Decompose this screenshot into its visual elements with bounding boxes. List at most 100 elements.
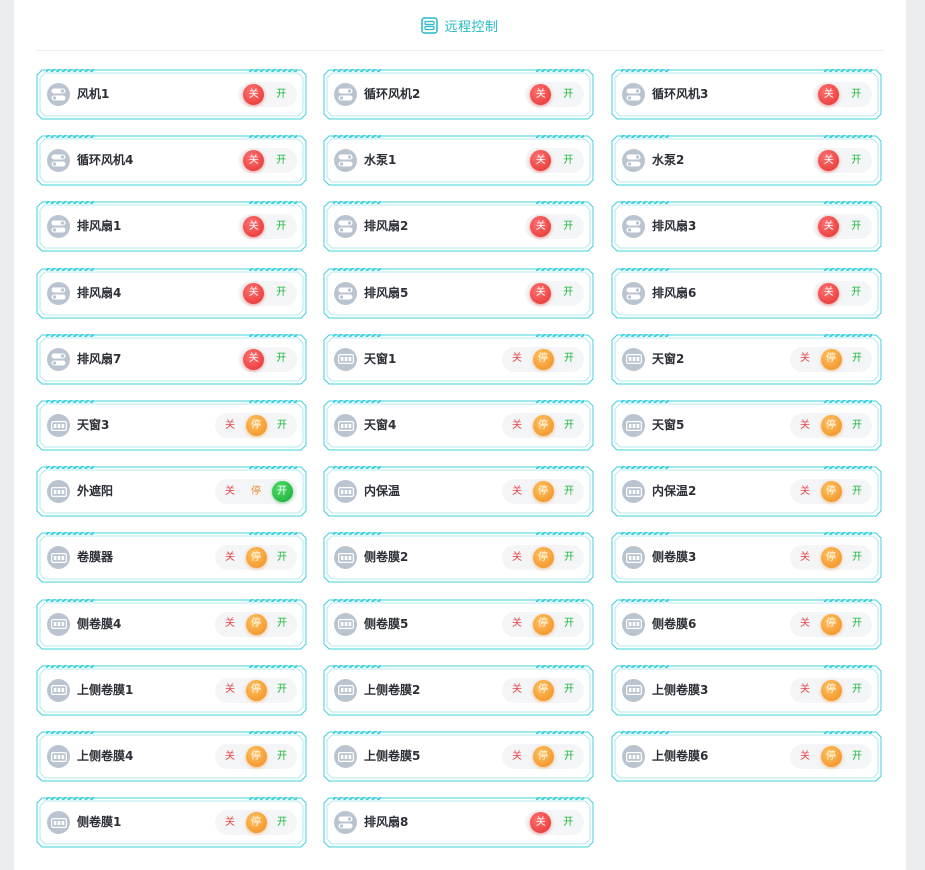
stop-button[interactable]: 停 (245, 415, 267, 436)
off-button[interactable]: 关 (795, 415, 816, 436)
off-button[interactable]: 关 (243, 282, 265, 304)
off-button[interactable]: 关 (818, 150, 840, 172)
on-button[interactable]: 开 (559, 415, 580, 436)
stop-button[interactable]: 停 (246, 481, 267, 502)
on-button[interactable]: 开 (559, 746, 580, 767)
off-button[interactable]: 关 (220, 812, 241, 833)
on-button[interactable]: 开 (846, 150, 867, 171)
off-button[interactable]: 关 (220, 481, 241, 502)
window-motor-icon (47, 612, 70, 636)
off-button[interactable]: 关 (507, 547, 528, 568)
on-button[interactable]: 开 (271, 84, 292, 105)
device-card: 循环风机2 关开 (323, 69, 594, 120)
stop-button[interactable]: 停 (820, 746, 842, 767)
stop-button[interactable]: 停 (245, 613, 267, 635)
on-button[interactable]: 开 (846, 84, 867, 105)
off-button[interactable]: 关 (243, 348, 265, 370)
off-button[interactable]: 关 (220, 746, 241, 767)
on-button[interactable]: 开 (272, 680, 293, 701)
on-button[interactable]: 开 (559, 481, 580, 502)
on-button[interactable]: 开 (847, 547, 868, 568)
on-button[interactable]: 开 (271, 150, 292, 171)
stop-button[interactable]: 停 (532, 547, 554, 569)
off-button[interactable]: 关 (530, 282, 552, 304)
stop-button[interactable]: 停 (820, 481, 842, 503)
off-button[interactable]: 关 (507, 614, 528, 635)
stop-button[interactable]: 停 (820, 348, 842, 370)
on-button[interactable]: 开 (847, 415, 868, 436)
off-button[interactable]: 关 (243, 216, 265, 238)
off-button[interactable]: 关 (818, 282, 840, 304)
on-button[interactable]: 开 (272, 614, 293, 635)
stop-button[interactable]: 停 (820, 415, 842, 436)
off-button[interactable]: 关 (795, 547, 816, 568)
control-switch: 关停开 (502, 744, 584, 769)
fan-switch-icon (47, 281, 70, 305)
on-button[interactable]: 开 (558, 283, 579, 304)
on-button[interactable]: 开 (558, 150, 579, 171)
off-button[interactable]: 关 (507, 746, 528, 767)
device-name: 上侧卷膜4 (77, 749, 134, 763)
on-button[interactable]: 开 (271, 283, 292, 304)
on-button[interactable]: 开 (559, 349, 580, 370)
off-button[interactable]: 关 (220, 680, 241, 701)
stop-button[interactable]: 停 (245, 746, 267, 767)
on-button[interactable]: 开 (271, 349, 292, 370)
off-button[interactable]: 关 (243, 84, 265, 105)
stop-button[interactable]: 停 (532, 613, 554, 635)
on-button[interactable]: 开 (558, 84, 579, 105)
off-button[interactable]: 关 (818, 216, 840, 238)
on-button[interactable]: 开 (559, 547, 580, 568)
on-button[interactable]: 开 (846, 283, 867, 304)
off-button[interactable]: 关 (795, 481, 816, 502)
stop-button[interactable]: 停 (820, 613, 842, 635)
on-button[interactable]: 开 (847, 481, 868, 502)
device-card: 侧卷膜4 关停开 (36, 598, 307, 650)
off-button[interactable]: 关 (507, 415, 528, 436)
stop-button[interactable]: 停 (532, 679, 554, 701)
stop-button[interactable]: 停 (532, 481, 554, 503)
on-button[interactable]: 开 (847, 614, 868, 635)
on-button[interactable]: 开 (559, 680, 580, 701)
on-button[interactable]: 开 (847, 349, 868, 370)
off-button[interactable]: 关 (530, 216, 552, 238)
on-button[interactable]: 开 (271, 481, 293, 503)
off-button[interactable]: 关 (507, 680, 528, 701)
on-button[interactable]: 开 (272, 746, 293, 767)
fan-switch-icon (47, 83, 70, 106)
stop-button[interactable]: 停 (532, 348, 554, 370)
off-button[interactable]: 关 (795, 349, 816, 370)
off-button[interactable]: 关 (818, 84, 840, 105)
off-button[interactable]: 关 (220, 547, 241, 568)
off-button[interactable]: 关 (507, 481, 528, 502)
stop-button[interactable]: 停 (532, 415, 554, 436)
on-button[interactable]: 开 (558, 216, 579, 237)
stop-button[interactable]: 停 (245, 547, 267, 569)
off-button[interactable]: 关 (507, 349, 528, 370)
off-button[interactable]: 关 (795, 680, 816, 701)
off-button[interactable]: 关 (243, 150, 265, 172)
on-button[interactable]: 开 (846, 216, 867, 237)
on-button[interactable]: 开 (271, 216, 292, 237)
stop-button[interactable]: 停 (820, 679, 842, 701)
stop-button[interactable]: 停 (245, 679, 267, 701)
off-button[interactable]: 关 (795, 746, 816, 767)
stop-button[interactable]: 停 (245, 812, 267, 834)
on-button[interactable]: 开 (559, 614, 580, 635)
off-button[interactable]: 关 (530, 84, 552, 105)
off-button[interactable]: 关 (220, 415, 241, 436)
off-button[interactable]: 关 (530, 150, 552, 172)
device-name: 内保温 (364, 484, 401, 499)
on-button[interactable]: 开 (272, 415, 293, 436)
on-button[interactable]: 开 (558, 812, 579, 833)
off-button[interactable]: 关 (530, 812, 552, 834)
stop-button[interactable]: 停 (532, 746, 554, 767)
on-button[interactable]: 开 (272, 812, 293, 833)
stop-button[interactable]: 停 (820, 547, 842, 569)
off-button[interactable]: 关 (220, 614, 241, 635)
on-button[interactable]: 开 (847, 746, 868, 767)
on-button[interactable]: 开 (847, 680, 868, 701)
off-button[interactable]: 关 (795, 614, 816, 635)
on-button[interactable]: 开 (272, 547, 293, 568)
device-card: 上侧卷膜3 关停开 (611, 664, 882, 716)
